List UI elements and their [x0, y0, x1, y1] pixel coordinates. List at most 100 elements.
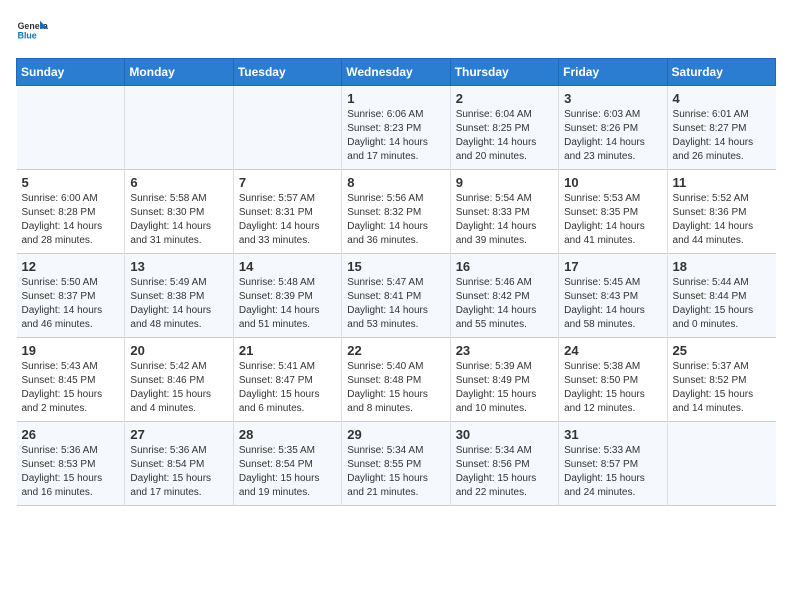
cell-info: Daylight: 15 hours — [347, 388, 444, 402]
cell-info: Sunrise: 5:44 AM — [673, 276, 771, 290]
cell-info: Sunrise: 5:45 AM — [564, 276, 661, 290]
calendar-body: 1Sunrise: 6:06 AMSunset: 8:23 PMDaylight… — [17, 86, 776, 506]
cell-info: Sunrise: 5:35 AM — [239, 444, 336, 458]
day-number: 24 — [564, 343, 661, 358]
day-number: 9 — [456, 175, 553, 190]
cell-info: Sunrise: 5:38 AM — [564, 360, 661, 374]
logo-icon: GeneralBlue — [16, 16, 48, 48]
cell-info: and 53 minutes. — [347, 318, 444, 332]
cell-info: Daylight: 14 hours — [564, 220, 661, 234]
cell-info: Daylight: 14 hours — [347, 136, 444, 150]
cell-info: Sunrise: 5:34 AM — [456, 444, 553, 458]
cell-info: and 12 minutes. — [564, 402, 661, 416]
day-number: 11 — [673, 175, 771, 190]
cell-info: and 46 minutes. — [22, 318, 120, 332]
day-number: 19 — [22, 343, 120, 358]
calendar-cell: 31Sunrise: 5:33 AMSunset: 8:57 PMDayligh… — [559, 422, 667, 506]
calendar-table: SundayMondayTuesdayWednesdayThursdayFrid… — [16, 58, 776, 506]
calendar-cell: 18Sunrise: 5:44 AMSunset: 8:44 PMDayligh… — [667, 254, 775, 338]
calendar-cell: 1Sunrise: 6:06 AMSunset: 8:23 PMDaylight… — [342, 86, 450, 170]
cell-info: Daylight: 15 hours — [239, 388, 336, 402]
cell-info: Sunrise: 5:43 AM — [22, 360, 120, 374]
cell-info: and 4 minutes. — [130, 402, 227, 416]
cell-info: Daylight: 14 hours — [456, 220, 553, 234]
calendar-cell — [17, 86, 125, 170]
cell-info: Sunset: 8:23 PM — [347, 122, 444, 136]
logo: GeneralBlue — [16, 16, 48, 48]
calendar-cell: 11Sunrise: 5:52 AMSunset: 8:36 PMDayligh… — [667, 170, 775, 254]
cell-info: and 33 minutes. — [239, 234, 336, 248]
cell-info: Daylight: 15 hours — [564, 472, 661, 486]
cell-info: and 48 minutes. — [130, 318, 227, 332]
day-number: 28 — [239, 427, 336, 442]
cell-info: Sunrise: 5:39 AM — [456, 360, 553, 374]
calendar-cell: 28Sunrise: 5:35 AMSunset: 8:54 PMDayligh… — [233, 422, 341, 506]
calendar-cell: 3Sunrise: 6:03 AMSunset: 8:26 PMDaylight… — [559, 86, 667, 170]
cell-info: and 55 minutes. — [456, 318, 553, 332]
weekday-header-tuesday: Tuesday — [233, 59, 341, 86]
cell-info: Daylight: 14 hours — [673, 136, 771, 150]
cell-info: Sunset: 8:25 PM — [456, 122, 553, 136]
cell-info: and 14 minutes. — [673, 402, 771, 416]
cell-info: Sunset: 8:50 PM — [564, 374, 661, 388]
day-number: 7 — [239, 175, 336, 190]
day-number: 3 — [564, 91, 661, 106]
cell-info: and 20 minutes. — [456, 150, 553, 164]
cell-info: and 17 minutes. — [130, 486, 227, 500]
weekday-header-sunday: Sunday — [17, 59, 125, 86]
cell-info: Sunrise: 5:52 AM — [673, 192, 771, 206]
cell-info: Daylight: 15 hours — [347, 472, 444, 486]
cell-info: and 0 minutes. — [673, 318, 771, 332]
cell-info: and 17 minutes. — [347, 150, 444, 164]
cell-info: and 31 minutes. — [130, 234, 227, 248]
cell-info: and 8 minutes. — [347, 402, 444, 416]
day-number: 31 — [564, 427, 661, 442]
header: GeneralBlue — [16, 16, 776, 48]
cell-info: Sunset: 8:37 PM — [22, 290, 120, 304]
calendar-cell — [233, 86, 341, 170]
calendar-week-row: 26Sunrise: 5:36 AMSunset: 8:53 PMDayligh… — [17, 422, 776, 506]
calendar-cell: 7Sunrise: 5:57 AMSunset: 8:31 PMDaylight… — [233, 170, 341, 254]
cell-info: Sunrise: 6:03 AM — [564, 108, 661, 122]
cell-info: Sunrise: 6:04 AM — [456, 108, 553, 122]
cell-info: and 28 minutes. — [22, 234, 120, 248]
cell-info: Sunset: 8:55 PM — [347, 458, 444, 472]
cell-info: Daylight: 15 hours — [239, 472, 336, 486]
cell-info: and 44 minutes. — [673, 234, 771, 248]
cell-info: Sunrise: 5:53 AM — [564, 192, 661, 206]
calendar-cell: 22Sunrise: 5:40 AMSunset: 8:48 PMDayligh… — [342, 338, 450, 422]
cell-info: Daylight: 15 hours — [673, 388, 771, 402]
day-number: 18 — [673, 259, 771, 274]
calendar-cell: 4Sunrise: 6:01 AMSunset: 8:27 PMDaylight… — [667, 86, 775, 170]
day-number: 21 — [239, 343, 336, 358]
cell-info: and 23 minutes. — [564, 150, 661, 164]
cell-info: Sunset: 8:42 PM — [456, 290, 553, 304]
day-number: 20 — [130, 343, 227, 358]
cell-info: Sunrise: 5:36 AM — [22, 444, 120, 458]
cell-info: Daylight: 15 hours — [22, 388, 120, 402]
cell-info: Sunset: 8:57 PM — [564, 458, 661, 472]
cell-info: Daylight: 15 hours — [564, 388, 661, 402]
cell-info: Sunset: 8:39 PM — [239, 290, 336, 304]
calendar-cell: 29Sunrise: 5:34 AMSunset: 8:55 PMDayligh… — [342, 422, 450, 506]
day-number: 27 — [130, 427, 227, 442]
cell-info: Sunrise: 5:37 AM — [673, 360, 771, 374]
cell-info: Daylight: 14 hours — [564, 136, 661, 150]
cell-info: Sunrise: 5:40 AM — [347, 360, 444, 374]
day-number: 22 — [347, 343, 444, 358]
cell-info: Daylight: 14 hours — [673, 220, 771, 234]
cell-info: Daylight: 14 hours — [130, 304, 227, 318]
day-number: 10 — [564, 175, 661, 190]
calendar-cell: 30Sunrise: 5:34 AMSunset: 8:56 PMDayligh… — [450, 422, 558, 506]
calendar-week-row: 5Sunrise: 6:00 AMSunset: 8:28 PMDaylight… — [17, 170, 776, 254]
cell-info: Sunset: 8:38 PM — [130, 290, 227, 304]
cell-info: Sunset: 8:28 PM — [22, 206, 120, 220]
calendar-header: SundayMondayTuesdayWednesdayThursdayFrid… — [17, 59, 776, 86]
calendar-cell: 12Sunrise: 5:50 AMSunset: 8:37 PMDayligh… — [17, 254, 125, 338]
cell-info: and 10 minutes. — [456, 402, 553, 416]
day-number: 25 — [673, 343, 771, 358]
cell-info: Daylight: 15 hours — [456, 472, 553, 486]
day-number: 26 — [22, 427, 120, 442]
cell-info: and 19 minutes. — [239, 486, 336, 500]
cell-info: Daylight: 14 hours — [239, 220, 336, 234]
